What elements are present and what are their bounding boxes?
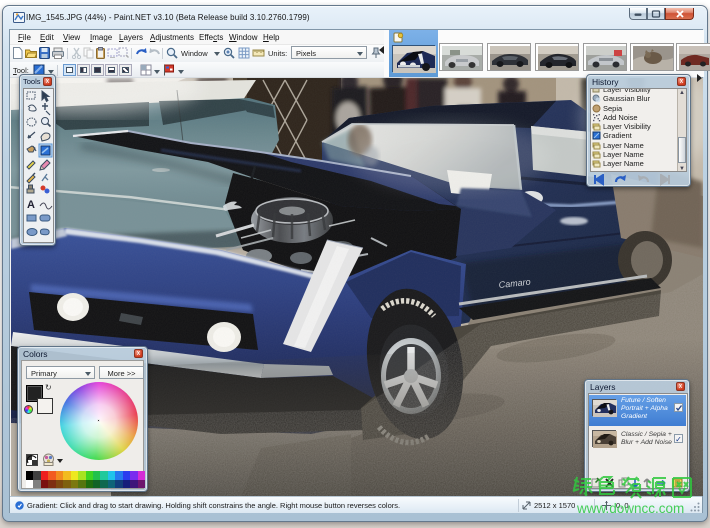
svg-text:A: A — [27, 199, 35, 211]
